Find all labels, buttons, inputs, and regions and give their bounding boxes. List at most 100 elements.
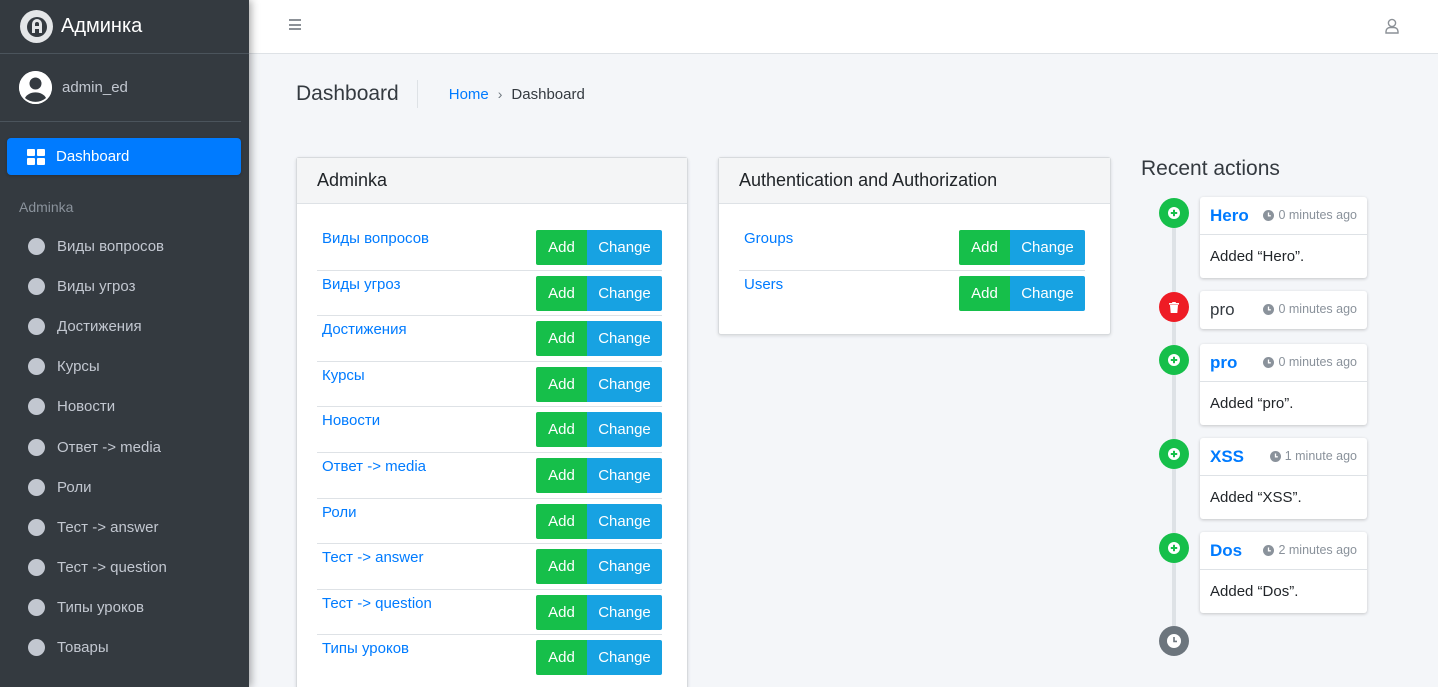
recent-action-header: Dos 2 minutes ago bbox=[1200, 532, 1367, 570]
change-button[interactable]: Change bbox=[587, 366, 662, 402]
add-button[interactable]: Add bbox=[536, 594, 587, 630]
recent-action-header: pro 0 minutes ago bbox=[1200, 344, 1367, 382]
recent-action-name[interactable]: Hero bbox=[1210, 206, 1249, 226]
sidebar-item[interactable]: Тест -> question bbox=[0, 548, 249, 588]
model-link[interactable]: Роли bbox=[322, 504, 357, 521]
app-card-auth: Authentication and Authorization Groups A… bbox=[718, 157, 1111, 335]
add-button[interactable]: Add bbox=[536, 549, 587, 585]
page-title: Dashboard bbox=[296, 80, 418, 108]
add-button[interactable]: Add bbox=[536, 275, 587, 311]
recent-action-time-text: 0 minutes ago bbox=[1278, 208, 1357, 222]
model-link[interactable]: Виды вопросов bbox=[322, 230, 429, 247]
model-link[interactable]: Ответ -> media bbox=[322, 458, 426, 475]
model-link[interactable]: Виды угроз bbox=[322, 276, 400, 293]
breadcrumb-home-link[interactable]: Home bbox=[449, 86, 489, 103]
change-button[interactable]: Change bbox=[1010, 275, 1085, 311]
recent-action-description: Added “Dos”. bbox=[1210, 583, 1299, 600]
clock-icon bbox=[1263, 356, 1275, 368]
recent-action-header: XSS 1 minute ago bbox=[1200, 438, 1367, 476]
recent-action-name: pro bbox=[1210, 300, 1235, 319]
clock-icon bbox=[1263, 544, 1275, 556]
sidebar-item[interactable]: Курсы bbox=[0, 347, 249, 387]
change-button[interactable]: Change bbox=[587, 594, 662, 630]
content-header: Dashboard Home › Dashboard bbox=[296, 80, 585, 108]
add-button[interactable]: Add bbox=[536, 412, 587, 448]
add-button[interactable]: Add bbox=[536, 640, 587, 676]
circle-icon bbox=[28, 599, 45, 617]
sidebar-item-label: Виды угроз bbox=[57, 277, 136, 295]
add-button[interactable]: Add bbox=[536, 457, 587, 493]
sidebar-item-label: Ответ -> media bbox=[57, 438, 161, 456]
plus-circle-icon bbox=[1159, 439, 1189, 469]
recent-action-time: 0 minutes ago bbox=[1263, 302, 1357, 316]
app-card-title: Adminka bbox=[297, 158, 687, 204]
model-actions: Add Change bbox=[536, 230, 662, 265]
model-row: Достижения Add Change bbox=[317, 316, 662, 362]
model-row: Ответ -> media Add Change bbox=[317, 453, 662, 499]
sidebar-item[interactable]: Типы уроков bbox=[0, 588, 249, 628]
recent-action-time-text: 2 minutes ago bbox=[1278, 543, 1357, 557]
circle-icon bbox=[28, 559, 45, 577]
add-button[interactable]: Add bbox=[959, 230, 1010, 265]
model-row: Новости Add Change bbox=[317, 407, 662, 453]
change-button[interactable]: Change bbox=[587, 503, 662, 539]
sidebar-item[interactable]: Тест -> answer bbox=[0, 507, 249, 547]
breadcrumb: Home › Dashboard bbox=[449, 86, 585, 103]
sidebar-item[interactable]: Роли bbox=[0, 467, 249, 507]
model-actions: Add Change bbox=[959, 230, 1085, 265]
model-link[interactable]: Тест -> question bbox=[322, 595, 432, 612]
clock-icon bbox=[1263, 209, 1275, 221]
model-link[interactable]: Типы уроков bbox=[322, 640, 409, 657]
circle-icon bbox=[28, 398, 45, 416]
adminlte-logo-icon bbox=[20, 10, 53, 43]
add-button[interactable]: Add bbox=[536, 503, 587, 539]
change-button[interactable]: Change bbox=[587, 321, 662, 357]
model-row: Курсы Add Change bbox=[317, 362, 662, 408]
sidebar-item-dashboard[interactable]: Dashboard bbox=[7, 138, 241, 175]
model-actions: Add Change bbox=[536, 503, 662, 539]
add-button[interactable]: Add bbox=[536, 366, 587, 402]
sidebar-item[interactable]: Виды угроз bbox=[0, 266, 249, 306]
change-button[interactable]: Change bbox=[587, 275, 662, 311]
recent-action-name[interactable]: Dos bbox=[1210, 541, 1242, 561]
sidebar-item[interactable]: Товары bbox=[0, 628, 249, 668]
model-link[interactable]: Тест -> answer bbox=[322, 549, 423, 566]
recent-action-description: Added “Hero”. bbox=[1210, 248, 1305, 265]
sidebar-item[interactable]: Виды вопросов bbox=[0, 226, 249, 266]
add-button[interactable]: Add bbox=[536, 230, 587, 265]
hamburger-icon[interactable] bbox=[289, 19, 301, 30]
model-row: Users Add Change bbox=[739, 271, 1085, 317]
recent-action-item: Hero 0 minutes ago Added “Hero”. bbox=[1200, 197, 1367, 278]
sidebar-item[interactable]: Новости bbox=[0, 387, 249, 427]
circle-icon bbox=[28, 438, 45, 456]
model-link[interactable]: Курсы bbox=[322, 367, 365, 384]
add-button[interactable]: Add bbox=[959, 275, 1010, 311]
sidebar-item[interactable]: Достижения bbox=[0, 306, 249, 346]
change-button[interactable]: Change bbox=[587, 457, 662, 493]
add-button[interactable]: Add bbox=[536, 321, 587, 357]
sidebar-item[interactable]: Ответ -> media bbox=[0, 427, 249, 467]
circle-icon bbox=[28, 317, 45, 335]
change-button[interactable]: Change bbox=[1010, 230, 1085, 265]
recent-action-name[interactable]: pro bbox=[1210, 353, 1237, 373]
recent-action-time: 0 minutes ago bbox=[1263, 208, 1357, 222]
model-link[interactable]: Достижения bbox=[322, 321, 407, 338]
change-button[interactable]: Change bbox=[587, 230, 662, 265]
change-button[interactable]: Change bbox=[587, 412, 662, 448]
user-outline-icon[interactable] bbox=[1385, 18, 1399, 34]
brand-name: Админка bbox=[61, 15, 143, 37]
recent-action-item: pro 0 minutes ago bbox=[1200, 291, 1367, 329]
model-link[interactable]: Groups bbox=[744, 230, 793, 247]
plus-circle-icon bbox=[1159, 345, 1189, 375]
recent-action-time-text: 0 minutes ago bbox=[1278, 355, 1357, 369]
model-link[interactable]: Users bbox=[744, 276, 783, 293]
plus-circle-icon bbox=[1159, 533, 1189, 563]
brand-link[interactable]: Админка bbox=[0, 0, 249, 54]
model-link[interactable]: Новости bbox=[322, 412, 380, 429]
recent-action-name[interactable]: XSS bbox=[1210, 447, 1244, 467]
app-card-title: Authentication and Authorization bbox=[719, 158, 1110, 204]
circle-icon bbox=[28, 518, 45, 536]
user-panel[interactable]: admin_ed bbox=[0, 54, 241, 122]
change-button[interactable]: Change bbox=[587, 640, 662, 676]
change-button[interactable]: Change bbox=[587, 549, 662, 585]
